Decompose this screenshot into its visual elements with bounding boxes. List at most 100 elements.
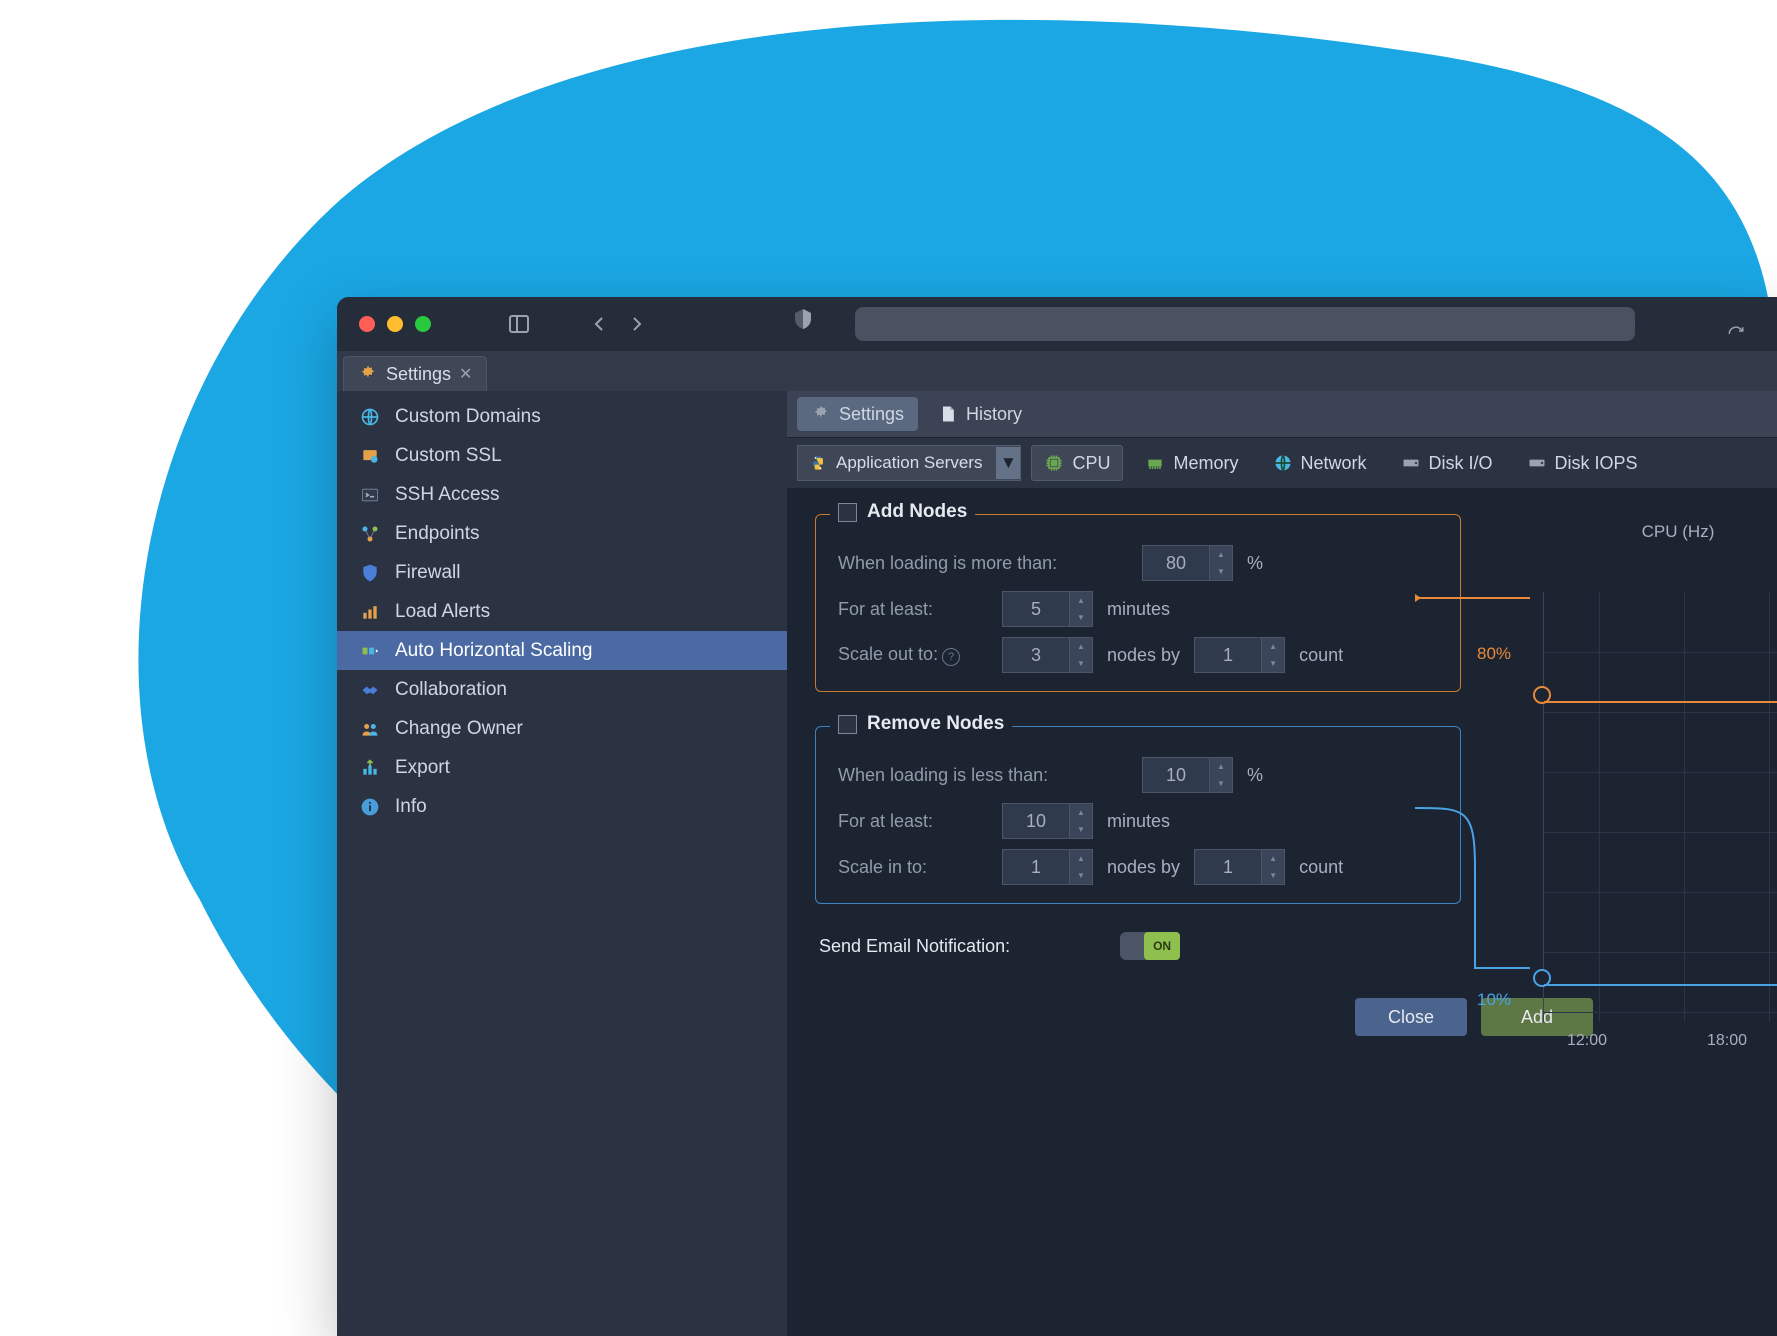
sidebar-item-export[interactable]: Export xyxy=(337,748,787,787)
sidebar-item-label: SSH Access xyxy=(395,484,500,506)
metric-label: Disk IOPS xyxy=(1555,453,1638,474)
remove-when-spinner[interactable]: ▲▼ xyxy=(1142,757,1233,793)
remove-by-spinner[interactable]: ▲▼ xyxy=(1194,849,1285,885)
remove-scale-label: Scale in to: xyxy=(838,857,988,878)
browser-window: Settings ✕ Custom Domains Custom SSL SSH… xyxy=(337,297,1777,1336)
metric-memory[interactable]: Memory xyxy=(1133,446,1250,480)
endpoints-icon xyxy=(359,523,381,545)
add-scale-input[interactable] xyxy=(1002,637,1070,673)
threshold-low-label: 10% xyxy=(1477,990,1511,1010)
remove-when-label: When loading is less than: xyxy=(838,765,1128,786)
sidebar-item-firewall[interactable]: Firewall xyxy=(337,553,787,592)
url-bar[interactable] xyxy=(855,307,1635,341)
server-dropdown[interactable]: Application Servers ▼ xyxy=(797,445,1021,481)
disk-icon xyxy=(1401,453,1421,473)
add-when-label: When loading is more than: xyxy=(838,553,1128,574)
remove-nodes-title: Remove Nodes xyxy=(867,713,1004,735)
email-notification-label: Send Email Notification: xyxy=(819,936,1010,957)
sidebar-item-custom-ssl[interactable]: Custom SSL xyxy=(337,436,787,475)
add-nodes-checkbox[interactable] xyxy=(838,503,857,522)
tab-history[interactable]: History xyxy=(924,397,1036,431)
remove-when-input[interactable] xyxy=(1142,757,1210,793)
remove-for-label: For at least: xyxy=(838,811,988,832)
document-tabstrip: Settings ✕ xyxy=(337,351,1777,391)
email-notification-toggle[interactable]: ON xyxy=(1120,932,1180,960)
cpu-icon xyxy=(1044,453,1064,473)
metric-label: CPU xyxy=(1072,453,1110,474)
network-icon xyxy=(1273,453,1293,473)
help-icon[interactable]: ? xyxy=(942,648,960,666)
close-window-icon[interactable] xyxy=(359,316,375,332)
add-by-input[interactable] xyxy=(1194,637,1262,673)
scaling-config-panel: Add Nodes When loading is more than: ▲▼ … xyxy=(787,488,1777,1336)
remove-scale-input[interactable] xyxy=(1002,849,1070,885)
remove-nodes-fieldset: Remove Nodes When loading is less than: … xyxy=(815,726,1461,904)
window-controls xyxy=(359,316,431,332)
sidebar-toggle-icon[interactable] xyxy=(507,312,531,336)
sidebar-item-change-owner[interactable]: Change Owner xyxy=(337,709,787,748)
sidebar-item-auto-horizontal-scaling[interactable]: Auto Horizontal Scaling xyxy=(337,631,787,670)
metric-disk-io[interactable]: Disk I/O xyxy=(1389,446,1505,480)
privacy-shield-icon[interactable] xyxy=(791,307,815,331)
tab-settings[interactable]: Settings xyxy=(797,397,918,431)
tab-settings-label: Settings xyxy=(839,404,904,425)
remove-for-input[interactable] xyxy=(1002,803,1070,839)
metric-network[interactable]: Network xyxy=(1261,446,1379,480)
add-when-input[interactable] xyxy=(1142,545,1210,581)
remove-by-input[interactable] xyxy=(1194,849,1262,885)
sidebar-item-info[interactable]: Info xyxy=(337,787,787,826)
sidebar-item-label: Load Alerts xyxy=(395,601,490,623)
chart-title: CPU (Hz) xyxy=(1543,522,1777,542)
sidebar-item-load-alerts[interactable]: Load Alerts xyxy=(337,592,787,631)
sidebar-item-custom-domains[interactable]: Custom Domains xyxy=(337,397,787,436)
sidebar-item-label: Collaboration xyxy=(395,679,507,701)
disk-icon xyxy=(1527,453,1547,473)
count-label: count xyxy=(1299,645,1343,666)
add-scale-spinner[interactable]: ▲▼ xyxy=(1002,637,1093,673)
settings-sidebar: Custom Domains Custom SSL SSH Access End… xyxy=(337,391,787,1336)
browser-toolbar xyxy=(337,297,1777,351)
export-icon xyxy=(359,757,381,779)
scaling-icon xyxy=(359,640,381,662)
sidebar-item-label: Export xyxy=(395,757,450,779)
sidebar-item-label: Auto Horizontal Scaling xyxy=(395,640,593,662)
close-button[interactable]: Close xyxy=(1355,998,1467,1036)
remove-for-spinner[interactable]: ▲▼ xyxy=(1002,803,1093,839)
add-for-spinner[interactable]: ▲▼ xyxy=(1002,591,1093,627)
chevron-down-icon[interactable]: ▼ xyxy=(996,447,1020,479)
minimize-window-icon[interactable] xyxy=(387,316,403,332)
reload-icon[interactable] xyxy=(1719,317,1753,351)
sidebar-item-endpoints[interactable]: Endpoints xyxy=(337,514,787,553)
add-nodes-title: Add Nodes xyxy=(867,501,967,523)
nodes-by-label: nodes by xyxy=(1107,645,1180,666)
add-when-spinner[interactable]: ▲▼ xyxy=(1142,545,1233,581)
python-icon xyxy=(808,453,828,473)
sidebar-item-label: Endpoints xyxy=(395,523,480,545)
maximize-window-icon[interactable] xyxy=(415,316,431,332)
settings-tab[interactable]: Settings ✕ xyxy=(343,356,487,391)
add-for-label: For at least: xyxy=(838,599,988,620)
sidebar-item-label: Custom SSL xyxy=(395,445,502,467)
add-scale-label: Scale out to:? xyxy=(838,644,988,666)
metric-disk-iops[interactable]: Disk IOPS xyxy=(1515,446,1650,480)
threshold-high-line xyxy=(1544,701,1777,703)
remove-nodes-checkbox[interactable] xyxy=(838,715,857,734)
connector-add xyxy=(1415,578,1545,618)
back-icon[interactable] xyxy=(587,312,611,336)
add-by-spinner[interactable]: ▲▼ xyxy=(1194,637,1285,673)
sidebar-item-collaboration[interactable]: Collaboration xyxy=(337,670,787,709)
shield-icon xyxy=(359,562,381,584)
metric-label: Disk I/O xyxy=(1429,453,1493,474)
threshold-low-line xyxy=(1544,984,1777,986)
close-tab-icon[interactable]: ✕ xyxy=(459,364,472,384)
remove-scale-spinner[interactable]: ▲▼ xyxy=(1002,849,1093,885)
add-for-input[interactable] xyxy=(1002,591,1070,627)
metric-cpu[interactable]: CPU xyxy=(1031,445,1123,481)
sidebar-item-ssh-access[interactable]: SSH Access xyxy=(337,475,787,514)
forward-icon[interactable] xyxy=(625,312,649,336)
minutes-unit: minutes xyxy=(1107,599,1170,620)
certificate-icon xyxy=(359,445,381,467)
threshold-high-label: 80% xyxy=(1477,644,1511,664)
minutes-unit: minutes xyxy=(1107,811,1170,832)
tab-history-label: History xyxy=(966,404,1022,425)
